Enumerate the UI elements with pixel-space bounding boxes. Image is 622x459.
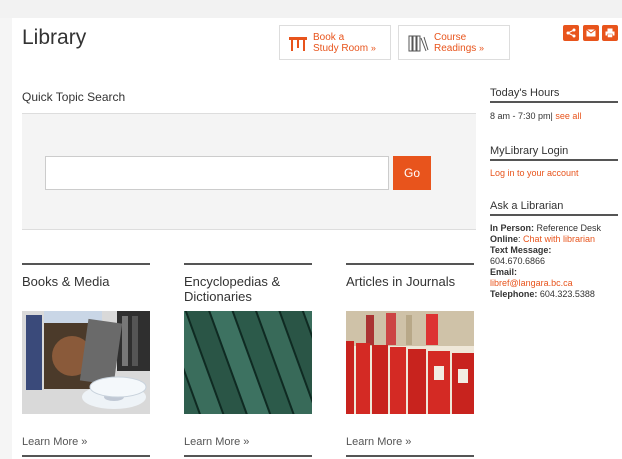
book-room-line2: Study Room <box>313 42 369 54</box>
learn-more-link[interactable]: Learn More » <box>184 436 249 448</box>
left-strip <box>0 18 12 459</box>
card-title: Articles in Journals <box>346 274 456 289</box>
go-button[interactable]: Go <box>393 156 431 190</box>
contact-info: In Person: Reference Desk Online: Chat w… <box>490 223 620 300</box>
book-room-arrow: » <box>370 42 376 53</box>
mylibrary-login-heading: MyLibrary Login <box>490 145 618 161</box>
card-bottom-rule <box>184 455 312 457</box>
card-books-media: Books & Media Learn More » <box>22 263 150 457</box>
in-person-value: Reference Desk <box>536 223 602 233</box>
login-link[interactable]: Log in to your account <box>490 168 579 178</box>
top-strip <box>0 0 622 18</box>
card-encyclopedias: Encyclopedias & Dictionaries Learn More … <box>184 263 312 457</box>
book-study-room-button[interactable]: Book a Study Room » <box>279 25 391 60</box>
see-all-link[interactable]: see all <box>555 111 581 121</box>
quick-topic-search-label: Quick Topic Search <box>22 90 126 104</box>
telephone-label: Telephone: <box>490 289 538 299</box>
encyclopedia-spines-image <box>184 311 312 414</box>
print-icon <box>605 28 615 38</box>
telephone-value: 604.323.5388 <box>539 289 595 299</box>
in-person-label: In Person: <box>490 223 535 233</box>
email-link[interactable]: libref@langara.bc.ca <box>490 278 573 288</box>
card-top-rule <box>22 263 150 265</box>
todays-hours-heading: Today's Hours <box>490 87 618 103</box>
learn-more-link[interactable]: Learn More » <box>346 436 411 448</box>
share-icon <box>566 28 576 38</box>
card-articles-journals: Articles in Journals Learn More » <box>346 263 474 457</box>
table-icon <box>289 36 307 51</box>
search-input[interactable] <box>45 156 389 190</box>
print-button[interactable] <box>602 25 618 41</box>
card-top-rule <box>346 263 474 265</box>
book-room-line1: Book a <box>313 31 345 43</box>
learn-more-link[interactable]: Learn More » <box>22 436 87 448</box>
text-message-value: 604.670.6866 <box>490 256 546 266</box>
course-arrow: » <box>479 42 485 53</box>
email-button[interactable] <box>583 25 599 41</box>
text-message-label: Text Message: <box>490 245 552 255</box>
ask-librarian-heading: Ask a Librarian <box>490 200 618 216</box>
card-top-rule <box>184 263 312 265</box>
card-title: Books & Media <box>22 274 110 289</box>
course-line1: Course <box>434 31 467 43</box>
card-title: Encyclopedias & Dictionaries <box>184 274 281 304</box>
journal-binders-image <box>346 311 474 414</box>
share-button[interactable] <box>563 25 579 41</box>
dvd-books-image <box>22 311 150 414</box>
hours-value: 8 am - 7:30 pm| <box>490 111 553 121</box>
page-title: Library <box>22 26 87 49</box>
card-bottom-rule <box>22 455 150 457</box>
email-label: Email: <box>490 267 518 277</box>
course-readings-button[interactable]: Course Readings » <box>398 25 510 60</box>
chat-link[interactable]: Chat with librarian <box>523 234 595 244</box>
course-line2: Readings <box>434 42 477 54</box>
email-icon <box>586 29 596 37</box>
search-panel: Go <box>22 113 476 230</box>
card-bottom-rule <box>346 455 474 457</box>
books-icon <box>408 35 429 51</box>
todays-hours-text: 8 am - 7:30 pm| see all <box>490 111 581 121</box>
online-label: Online <box>490 234 519 244</box>
